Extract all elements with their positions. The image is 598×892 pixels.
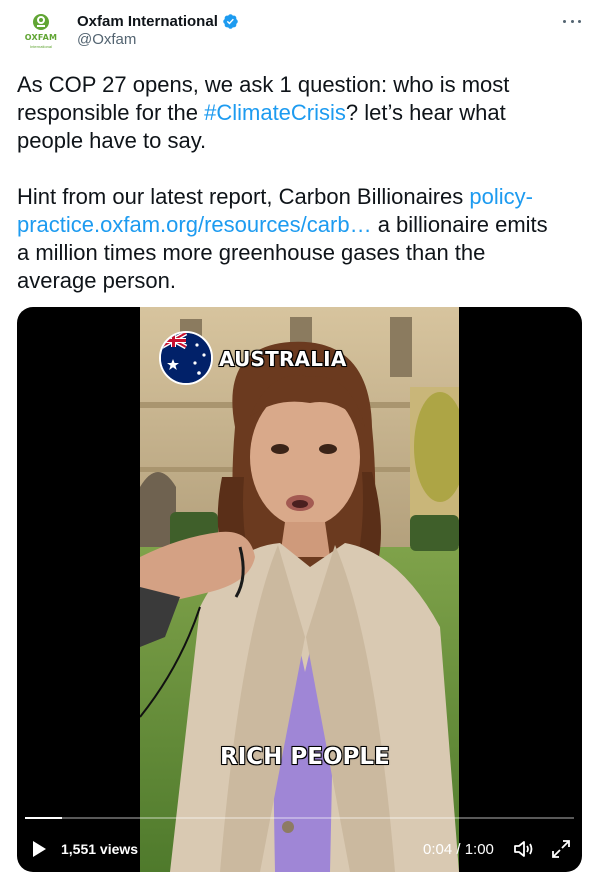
display-name[interactable]: Oxfam International — [77, 13, 218, 30]
fullscreen-icon[interactable] — [551, 839, 571, 859]
more-icon[interactable] — [563, 12, 581, 30]
avatar[interactable]: OXFAM International — [20, 12, 62, 54]
report-link-cont[interactable]: practice.oxfam.org/resources/carb… — [17, 212, 372, 237]
text-line: practice.oxfam.org/resources/carb… a bil… — [17, 212, 548, 237]
avatar-wordmark: OXFAM — [24, 33, 58, 42]
hashtag-link[interactable]: #ClimateCrisis — [204, 100, 346, 125]
progress-fill — [25, 817, 62, 819]
oxfam-logo-icon — [33, 14, 49, 30]
tweet-header: OXFAM International Oxfam International … — [0, 0, 598, 62]
avatar-subtext: International — [29, 44, 52, 49]
view-count: 1,551 views — [61, 841, 139, 857]
handle[interactable]: @Oxfam — [77, 31, 136, 48]
video-player[interactable]: AUSTRALIA RICH PEOPLE 1,551 views 0:04 /… — [17, 307, 582, 872]
report-link[interactable]: policy- — [469, 184, 533, 209]
text-line: Hint from our latest report, Carbon Bill… — [17, 184, 533, 209]
verified-badge-icon — [223, 13, 238, 29]
text-line: As COP 27 opens, we ask 1 question: who … — [17, 72, 510, 97]
play-icon[interactable] — [33, 841, 46, 857]
time-display: 0:04 / 1:00 — [423, 841, 494, 858]
text-line: average person. — [17, 268, 176, 293]
australia-flag-icon — [159, 331, 213, 385]
video-caption-bottom: RICH PEOPLE — [220, 744, 390, 770]
video-caption-top: AUSTRALIA — [219, 347, 347, 371]
video-scene — [140, 307, 459, 872]
text-line: a million times more greenhouse gases th… — [17, 240, 486, 265]
text-line: responsible for the #ClimateCrisis? let’… — [17, 100, 506, 125]
volume-icon[interactable] — [513, 839, 535, 859]
progress-bar[interactable] — [25, 817, 574, 819]
text-line: people have to say. — [17, 128, 207, 153]
tweet-text: As COP 27 opens, we ask 1 question: who … — [17, 71, 583, 295]
name-row: Oxfam International — [77, 11, 239, 31]
video-frame[interactable]: AUSTRALIA RICH PEOPLE — [140, 307, 459, 872]
